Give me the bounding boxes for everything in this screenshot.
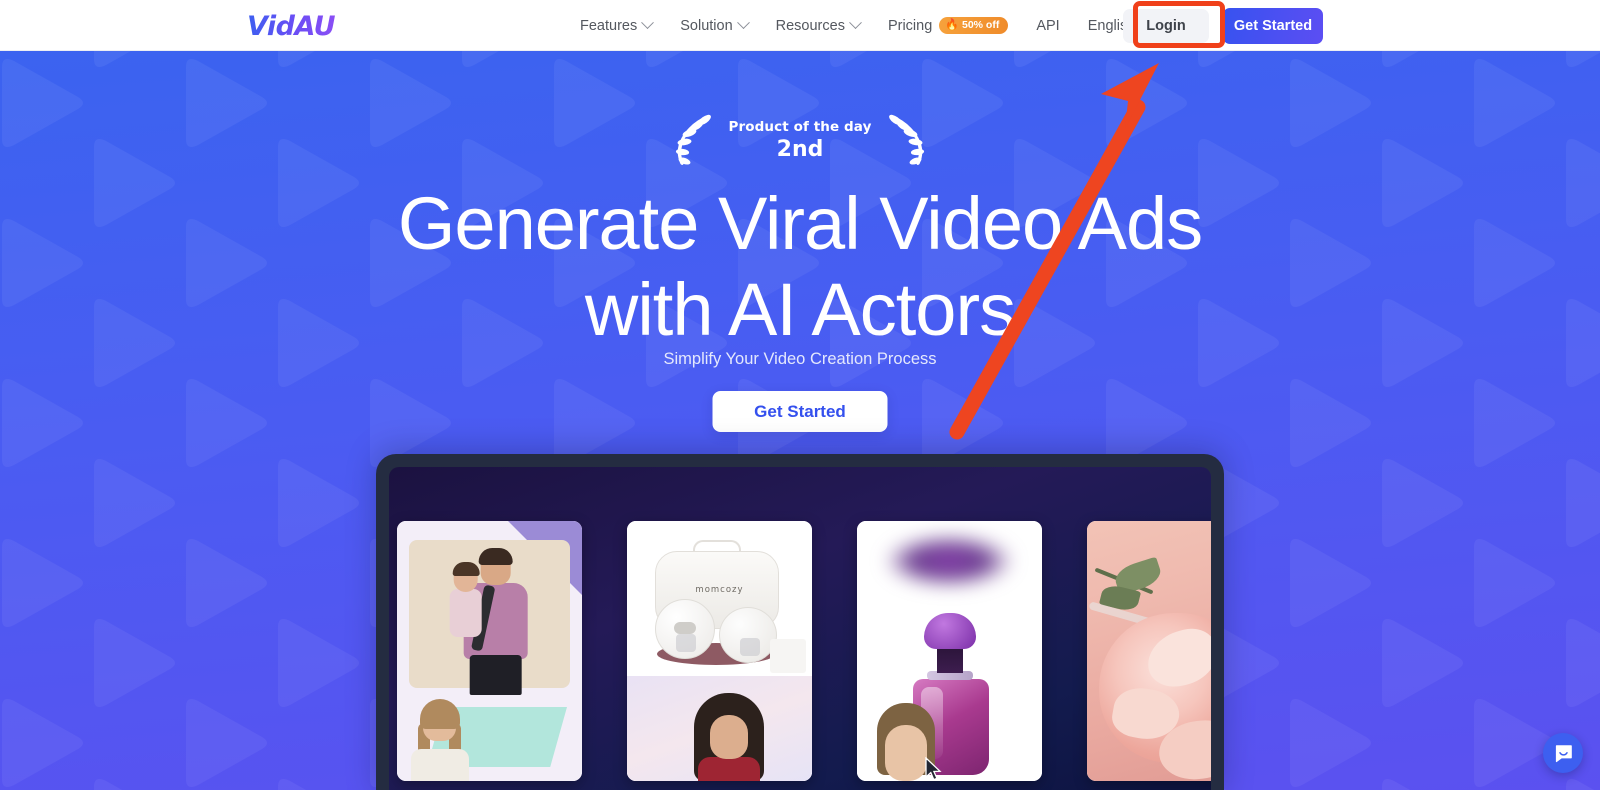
badge-rank: 2nd (776, 136, 824, 162)
chat-widget-button[interactable] (1543, 733, 1583, 773)
video-card-rose[interactable] (1087, 521, 1211, 781)
badge-text: Product of the day 2nd (723, 119, 878, 162)
pump-cup (740, 638, 760, 656)
blurred-overlay (885, 535, 1013, 587)
ai-actor-avatar (403, 695, 477, 781)
nav-actions: Login Get Started (1123, 0, 1323, 51)
product-accessories (770, 639, 806, 673)
product-brand-label: momcozy (695, 585, 744, 595)
login-button[interactable]: Login (1123, 8, 1209, 43)
bottle-neck (937, 645, 963, 673)
nav-item-label: API (1036, 17, 1060, 34)
nav-item-solution[interactable]: Solution (666, 0, 761, 51)
video-card-perfume[interactable] (857, 521, 1042, 781)
get-started-button-hero[interactable]: Get Started (712, 391, 888, 432)
actor-hair-top (420, 699, 460, 729)
nav-item-pricing[interactable]: Pricing 🔥 50% off (874, 0, 1022, 51)
actor-shirt (411, 749, 469, 781)
laurel-wreath-left-icon (675, 114, 711, 165)
nav-item-label: Pricing (887, 17, 933, 34)
get-started-button-nav[interactable]: Get Started (1223, 7, 1323, 44)
product-pump-right (719, 607, 777, 663)
video-card-family-carrier[interactable] (397, 521, 582, 781)
nav-menu: Features Solution Resources Pricing 🔥 50… (566, 0, 1164, 51)
chevron-down-icon (736, 16, 750, 30)
ai-actor-avatar (688, 689, 768, 781)
laptop-mockup: momcozy (376, 454, 1224, 790)
adult-hair (478, 548, 513, 565)
hero-subtitle: Simplify Your Video Creation Process (663, 350, 937, 368)
nav-item-api[interactable]: API (1022, 0, 1073, 51)
pump-button (674, 622, 696, 634)
laurel-wreath-right-icon (889, 114, 925, 165)
flame-icon: 🔥 (945, 19, 959, 31)
nav-item-resources[interactable]: Resources (762, 0, 874, 51)
child-hair (452, 562, 480, 576)
hero-section: Product of the day 2nd Generate Viral Vi… (0, 51, 1600, 790)
brand-logo[interactable]: VidAU (247, 11, 336, 42)
hero-title-line-1: Generate Viral Video Ads (397, 182, 1203, 265)
pump-cup (676, 634, 696, 652)
nav-item-label: Resources (775, 17, 845, 34)
perfume-bottle-cap (924, 613, 976, 649)
child-torso (449, 589, 482, 637)
actor-face (709, 715, 748, 759)
product-pump-left (655, 599, 715, 659)
discount-badge: 🔥 50% off (939, 17, 1009, 34)
nav-item-features[interactable]: Features (566, 0, 666, 51)
product-of-the-day-badge: Product of the day 2nd (669, 112, 932, 168)
laptop-screen: momcozy (389, 467, 1211, 790)
badge-title: Product of the day (728, 118, 872, 135)
video-showcase-row: momcozy (397, 521, 1211, 781)
product-photo-people (447, 548, 539, 695)
adult-legs (469, 655, 522, 695)
video-card-momcozy[interactable]: momcozy (627, 521, 812, 781)
nav-item-label: Features (580, 17, 638, 34)
chevron-down-icon (849, 16, 862, 30)
mouse-cursor (925, 757, 942, 781)
actor-face (885, 725, 927, 781)
actor-top (697, 757, 760, 781)
nav-item-label: Solution (680, 17, 733, 34)
discount-badge-label: 50% off (961, 19, 1000, 32)
page-title: Generate Viral Video Ads with AI Actors (0, 181, 1600, 353)
hero-title-line-2: with AI Actors (584, 267, 1016, 351)
chat-bubble-icon (1555, 744, 1572, 762)
top-navigation-bar: VidAU Features Solution Resources Pricin… (0, 0, 1600, 51)
chevron-down-icon (641, 16, 655, 30)
